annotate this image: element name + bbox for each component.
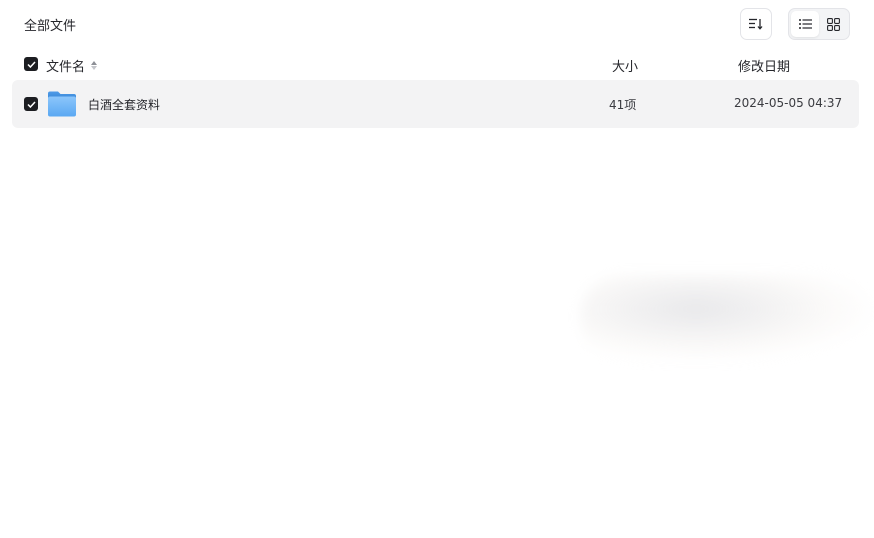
sort-button[interactable]: [740, 8, 772, 40]
file-size: 41项: [609, 98, 637, 112]
folder-icon: [48, 91, 76, 117]
row-checkbox[interactable]: [24, 97, 38, 111]
view-toggle: [788, 8, 850, 40]
table-header: 文件名 大小 修改日期: [12, 48, 859, 80]
file-name[interactable]: 白酒全套资料: [88, 96, 160, 113]
select-all-checkbox[interactable]: [24, 57, 38, 71]
check-icon: [26, 60, 36, 68]
breadcrumb-title[interactable]: 全部文件: [24, 19, 76, 34]
sort-caret-icon[interactable]: [91, 61, 98, 70]
check-icon: [26, 100, 36, 108]
grid-view-icon: [826, 17, 840, 31]
column-header-date: 修改日期: [738, 60, 791, 75]
list-view-icon: [798, 19, 812, 29]
sort-list-icon: [749, 18, 763, 30]
drag-shadow: [580, 275, 870, 360]
column-name-label: 文件名: [46, 60, 86, 75]
table-row[interactable]: 白酒全套资料 41项 2024-05-05 04:37: [12, 80, 859, 128]
file-modified-date: 2024-05-05 04:37: [734, 96, 843, 110]
column-header-name[interactable]: 文件名: [46, 56, 98, 75]
list-view-button[interactable]: [791, 11, 819, 37]
breadcrumb: 全部文件: [24, 15, 76, 34]
toolbar: [740, 8, 850, 40]
grid-view-button[interactable]: [819, 11, 847, 37]
column-header-size: 大小: [612, 60, 639, 75]
